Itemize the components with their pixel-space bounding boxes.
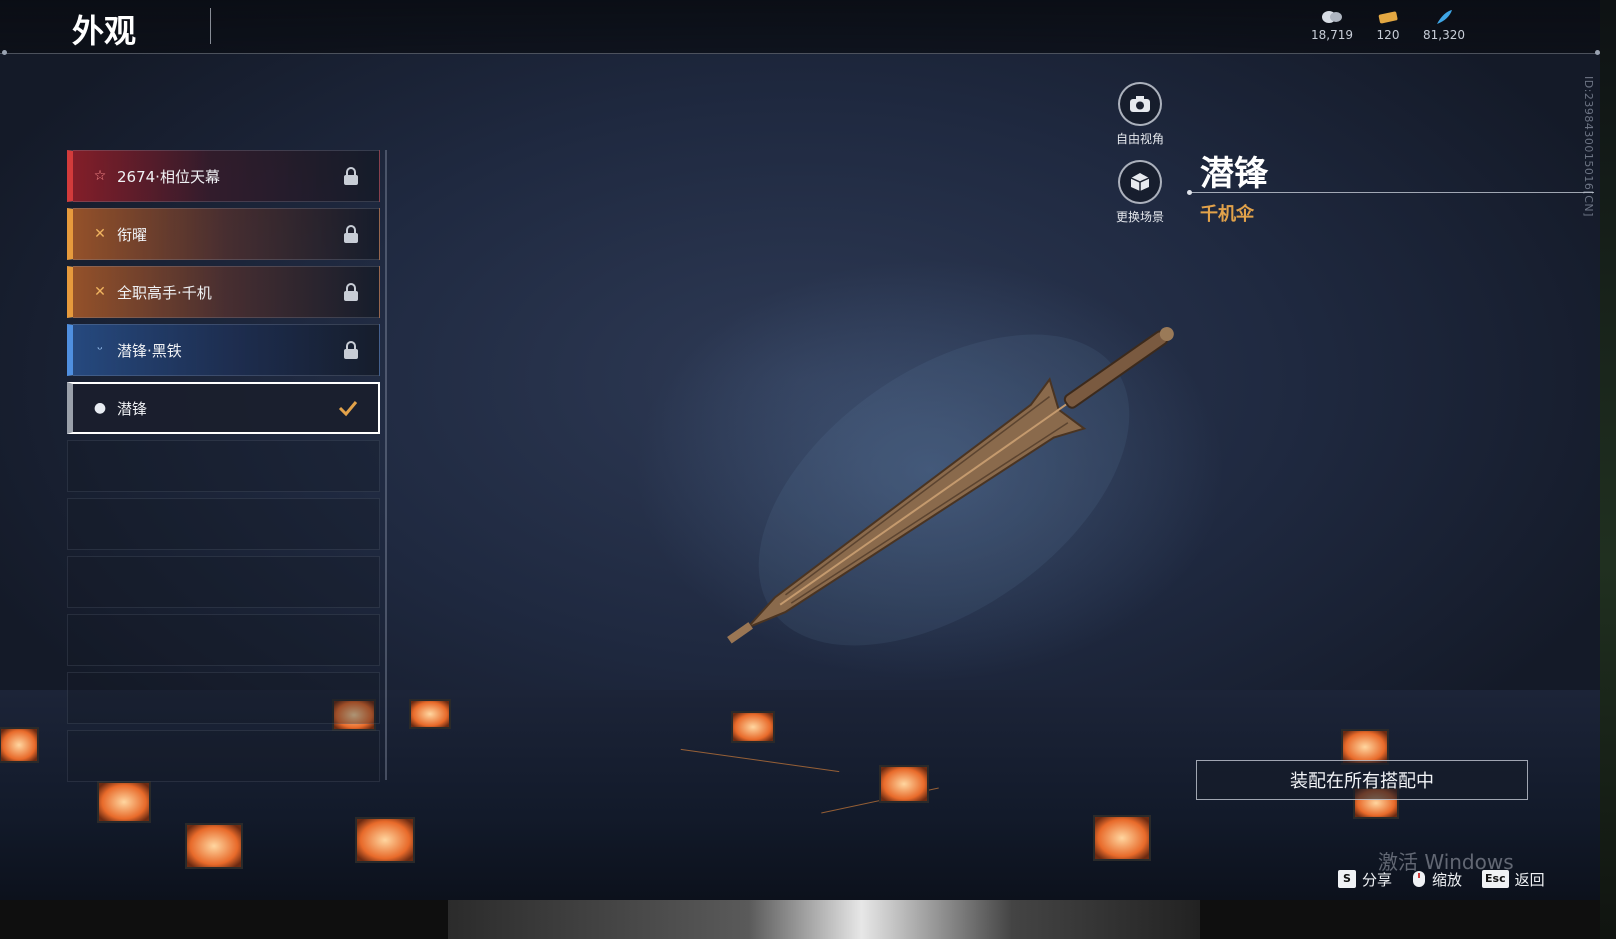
skin-label: 全职高手·千机 <box>117 283 212 302</box>
item-type: 千机伞 <box>1200 204 1254 225</box>
currency-value: 120 <box>1376 28 1400 42</box>
detail-divider <box>1190 192 1594 193</box>
equip-all-button[interactable]: 装配在所有搭配中 <box>1196 760 1528 800</box>
background-window <box>448 900 1200 939</box>
flower-badge-icon: ✕ <box>94 284 106 300</box>
skin-item[interactable]: ☆ 2674·相位天幕 <box>67 150 380 202</box>
change-scene-button[interactable]: 更换场景 <box>1105 160 1175 225</box>
empty-slot <box>67 614 380 666</box>
lock-icon <box>343 283 359 301</box>
skin-list: ☆ 2674·相位天幕 ✕ 衔曜 ✕ 全职高手·千机 ᵕ 潜锋·黑铁 ● 潜锋 <box>67 150 381 790</box>
share-hint[interactable]: 分享 <box>1362 869 1392 890</box>
currency-tickets: 120 <box>1358 8 1418 42</box>
title-divider <box>210 8 211 44</box>
control-hints: S 分享 缩放 Esc 返回 <box>1338 868 1559 890</box>
lock-icon <box>343 225 359 243</box>
camera-icon <box>1130 96 1150 112</box>
mouse-icon <box>1413 871 1426 887</box>
cube-icon <box>1130 173 1150 191</box>
player-id-text: ID:2398430015016[CN] <box>1582 76 1595 217</box>
skin-item[interactable]: ✕ 衔曜 <box>67 208 380 260</box>
lock-icon <box>343 341 359 359</box>
feather-icon <box>1437 10 1452 24</box>
currency-coins: 18,719 <box>1302 8 1362 42</box>
star-badge-icon: ☆ <box>93 168 107 184</box>
skin-item[interactable]: ✕ 全职高手·千机 <box>67 266 380 318</box>
empty-slot <box>67 672 380 724</box>
empty-slot <box>67 556 380 608</box>
wing-badge-icon: ᵕ <box>97 342 103 358</box>
skin-item[interactable]: ᵕ 潜锋·黑铁 <box>67 324 380 376</box>
currency-feathers: 81,320 <box>1414 8 1474 42</box>
page-title: 外观 <box>72 12 137 50</box>
item-name: 潜锋 <box>1200 154 1268 194</box>
desktop-edge <box>1600 0 1616 939</box>
empty-slot <box>67 730 380 782</box>
change-scene-label: 更换场景 <box>1115 210 1164 224</box>
flower-badge-icon: ✕ <box>94 226 106 242</box>
divider-dot <box>2 50 7 55</box>
skin-label: 衔曜 <box>117 225 148 244</box>
lock-icon <box>343 167 359 185</box>
esc-key: Esc <box>1482 870 1509 888</box>
top-bar: 外观 18,719 120 81,320 <box>0 0 1600 55</box>
skin-item-selected[interactable]: ● 潜锋 <box>67 382 380 434</box>
empty-slot <box>67 498 380 550</box>
free-view-label: 自由视角 <box>1115 132 1164 146</box>
skin-label: 2674·相位天幕 <box>117 167 220 186</box>
currency-value: 81,320 <box>1423 28 1465 42</box>
empty-slot <box>67 440 380 492</box>
back-hint[interactable]: 返回 <box>1515 869 1545 890</box>
ticket-icon <box>1378 11 1398 24</box>
list-scrollbar[interactable] <box>385 150 387 780</box>
free-view-button[interactable]: 自由视角 <box>1105 82 1175 147</box>
skin-label: 潜锋·黑铁 <box>117 341 182 360</box>
coin-stack-icon <box>1322 11 1342 23</box>
drop-badge-icon: ● <box>93 400 107 416</box>
share-key: S <box>1338 870 1356 888</box>
checkmark-icon <box>338 401 358 417</box>
currency-value: 18,719 <box>1311 28 1353 42</box>
zoom-hint[interactable]: 缩放 <box>1432 869 1462 890</box>
skin-label: 潜锋 <box>117 399 148 418</box>
